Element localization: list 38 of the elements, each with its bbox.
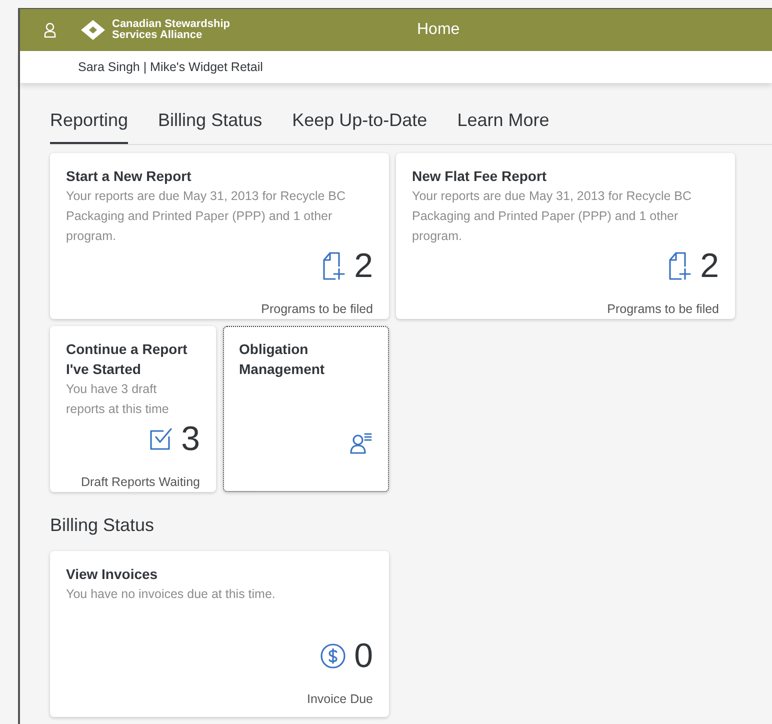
tile[interactable]: Continue a Report I've Started You have 3 draft reports at this time 3 Draft Reports Waiting xyxy=(50,326,216,492)
tile-footer: Programs to be filed xyxy=(66,300,373,318)
tile-title: View Invoices xyxy=(66,565,159,584)
section-heading: Billing Status xyxy=(50,514,156,537)
tab[interactable]: Billing Status xyxy=(158,107,262,144)
tile-title: New Flat Fee Report xyxy=(412,167,548,186)
user-icon[interactable] xyxy=(44,22,56,38)
tile-value: 3 xyxy=(181,419,200,459)
dollar-icon xyxy=(320,643,346,669)
tab[interactable]: Keep Up-to-Date xyxy=(292,107,428,144)
tile-subtitle: Your reports are due May 31, 2013 for Recycle BC Packaging and Printed Paper (PPP) and 1 other program. xyxy=(66,188,347,245)
tile[interactable]: Obligation Management xyxy=(223,326,389,492)
tile-value: 0 xyxy=(354,636,373,676)
tab[interactable]: Reporting xyxy=(50,107,128,144)
logo-icon xyxy=(80,19,106,41)
tile[interactable]: New Flat Fee Report Your reports are due May 31, 2013 for Recycle BC Packaging and Printed Paper (PPP) and 1 other program. 2 Programs to be filed xyxy=(396,153,735,319)
tile-title: Continue a Report I've Started xyxy=(66,340,188,379)
tile-title: Start a New Report xyxy=(66,167,192,186)
tile[interactable]: Start a New Report Your reports are due May 31, 2013 for Recycle BC Packaging and Printed Paper (PPP) and 1 other program. 2 Programs to be filed xyxy=(50,153,389,319)
page-title: Home xyxy=(416,20,460,40)
tile-footer: Programs to be filed xyxy=(412,300,719,318)
tile-subtitle: Your reports are due May 31, 2013 for Recycle BC Packaging and Printed Paper (PPP) and 1 other program. xyxy=(412,188,693,245)
tile-title: Obligation Management xyxy=(239,340,326,379)
tile-footer: Draft Reports Waiting xyxy=(66,473,200,491)
tile-subtitle: You have no invoices due at this time. xyxy=(66,586,276,603)
user-account-text: Sara Singh | Mike's Widget Retail xyxy=(78,58,263,76)
tile-subtitle: You have 3 draft reports at this time xyxy=(66,381,170,418)
checkbox-icon xyxy=(149,427,174,451)
person-list-icon xyxy=(349,431,373,455)
document-add-icon xyxy=(668,252,692,280)
tile[interactable]: View Invoices You have no invoices due at this time. 0 Invoice Due xyxy=(50,551,389,717)
document-add-icon xyxy=(322,252,346,280)
tile-value: 2 xyxy=(700,246,719,286)
tile-value: 2 xyxy=(354,246,373,286)
tile-footer: Invoice Due xyxy=(66,690,373,708)
logo-text: Canadian Stewardship xyxy=(112,19,230,30)
tab[interactable]: Learn More xyxy=(457,107,550,144)
logo-text: Services Alliance xyxy=(112,30,202,41)
